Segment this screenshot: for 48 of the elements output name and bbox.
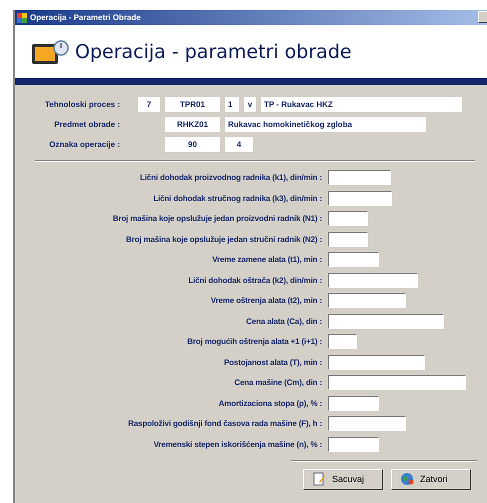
input-field[interactable]: [328, 416, 406, 431]
field-label: Broj mašina koje opslužuje jedan proizvodni radnik (N1) :: [112, 214, 323, 223]
field-label: Cena alata (Ca), din :: [245, 316, 323, 326]
field-label: Lični dohodak proizvodnog radnika (k1), din/min :: [139, 173, 323, 182]
monitor-icon: [31, 38, 69, 66]
name-field[interactable]: Rukavac homokinetičkog zgloba: [225, 117, 426, 132]
field-label: Lični dohodak oštrača (k2), din/min :: [187, 276, 323, 284]
form-title: Operacija - parametri obrade: [75, 40, 352, 62]
input-field[interactable]: [328, 252, 379, 267]
field-label: Predmet obrade :: [53, 120, 121, 129]
close-button[interactable]: Zatvori: [391, 468, 471, 490]
window-title: Operacija - Parametri Obrade: [30, 13, 141, 22]
name-field[interactable]: TP - Rukavac HKZ: [261, 97, 462, 112]
number-field[interactable]: 4: [225, 137, 253, 152]
field-label: Vreme oštrenja alata (t2), min :: [210, 296, 323, 305]
input-field[interactable]: [328, 293, 406, 308]
field-label: Broj mašina koje opslužuje jedan stručni radnik (N2) :: [125, 234, 323, 244]
app-icon: [17, 12, 27, 22]
input-field[interactable]: [328, 396, 379, 410]
field-label: Raspoloživi godišnji fond časova rada mašine (F), h :: [127, 419, 323, 428]
field-label: Postojanost alata (T), min :: [222, 358, 323, 366]
input-field[interactable]: [328, 375, 466, 390]
code-field[interactable]: RHKZ01: [165, 117, 220, 132]
input-field[interactable]: [328, 334, 357, 349]
code-field[interactable]: TPR01: [165, 97, 220, 112]
input-field[interactable]: [328, 314, 444, 328]
number-field[interactable]: 7: [138, 97, 160, 112]
document-icon: [312, 472, 326, 486]
field-label: Broj mogućih oštrenja alata +1 (i+1) :: [186, 337, 323, 346]
input-field[interactable]: [328, 436, 379, 452]
save-button[interactable]: Sacuvaj: [303, 468, 383, 490]
input-field[interactable]: [328, 211, 368, 226]
field-label: Cena mašine (Cm), din :: [233, 378, 323, 387]
field-label: Tehnoloski proces :: [44, 100, 121, 109]
field-label: Lični dohodak stručnog radnika (k3), din/min :: [152, 194, 323, 202]
input-field[interactable]: [328, 272, 418, 288]
field-label: Vremenski stepen iskorišćenja mašine (n), % :: [152, 440, 323, 448]
field-label: Amortizaciona stopa (p), % :: [218, 398, 323, 408]
input-field[interactable]: [328, 354, 425, 370]
field-label: Oznaka operacije :: [48, 140, 121, 149]
code-field[interactable]: 90: [165, 137, 220, 152]
version-field[interactable]: 1: [225, 97, 239, 112]
variant-field[interactable]: v: [244, 97, 256, 112]
input-field[interactable]: [328, 170, 391, 185]
input-field[interactable]: [328, 232, 368, 246]
input-field[interactable]: [328, 190, 392, 206]
globe-icon: [400, 472, 414, 486]
field-label: Vreme zamene alata (t1), min :: [211, 255, 323, 264]
